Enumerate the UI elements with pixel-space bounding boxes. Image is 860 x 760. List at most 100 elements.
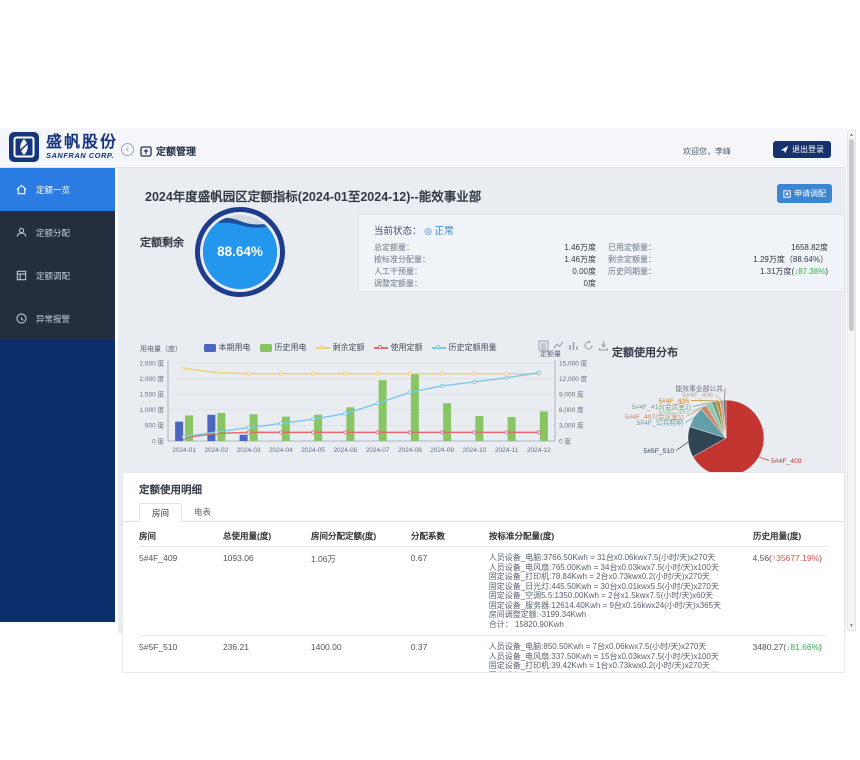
line-marker (376, 402, 379, 405)
history-trend: ↑35677.19% (772, 553, 819, 563)
right-axis-tick: 0 度 (559, 436, 571, 445)
table-cell: 1400.00 (311, 642, 411, 652)
column-header: 房间 (139, 530, 223, 542)
sidebar-item-3[interactable]: 定额调配 (0, 254, 115, 297)
pie-label: 5#4F_405 (658, 398, 689, 405)
bar-chart-icon[interactable] (568, 340, 579, 351)
legend-label: 本期用电 (219, 342, 251, 353)
status-metric-row: 按标准分配量：1.46万度 (374, 254, 596, 266)
line-marker (441, 431, 444, 434)
scroll-up-icon[interactable]: ▲ (848, 132, 855, 138)
detail-line: 固定设备_打印机:78.84Kwh = 2台x0.73kwx0.2(小时/天)x… (489, 572, 747, 582)
sidebar-item-1[interactable]: 定额一览 (0, 168, 115, 211)
tab-2[interactable]: 电表 (182, 503, 223, 521)
metric-label: 总定额量： (374, 242, 414, 254)
bar-历史用电 (508, 417, 516, 441)
sidebar-item-2[interactable]: 定额分配 (0, 211, 115, 254)
line-marker (473, 431, 476, 434)
line-marker (183, 367, 186, 370)
status-metric-row: 已用定额量：1658.82度 (608, 242, 828, 254)
metric-value: 1.46万度 (564, 242, 596, 254)
legend-item[interactable]: 剩余定额 (316, 342, 365, 353)
page-scrollbar[interactable]: ▲ ▼ (847, 130, 856, 631)
top-header: 盛帆股份 SANFRAN CORP. ‹ 定额管理 欢迎您，李峰 退出登录 (0, 128, 846, 168)
legend-dot (436, 345, 440, 349)
tab-1[interactable]: 房间 (139, 503, 182, 522)
line-marker (279, 422, 282, 425)
line-使用定额 (184, 432, 539, 437)
metric-suffix: ) (825, 267, 828, 276)
line-剩余定额 (184, 368, 539, 373)
line-marker (312, 372, 315, 375)
line-marker (441, 384, 444, 387)
left-axis-tick: 1,500 度 (139, 390, 164, 399)
status-ok-icon: ◎ (424, 226, 432, 236)
line-历史定额用量 (184, 373, 539, 437)
legend-dot (320, 345, 324, 349)
apply-quota-button[interactable]: 申请调配 (777, 184, 832, 203)
data-view-icon[interactable] (538, 340, 549, 351)
x-axis-label: 2024-12 (527, 447, 551, 454)
legend-item[interactable]: 使用定额 (374, 342, 423, 353)
right-axis-tick: 6,000 度 (559, 405, 584, 414)
line-marker (505, 376, 508, 379)
column-header: 总使用量(度) (223, 530, 311, 542)
status-row: 当前状态： ◎ 正常 (374, 223, 828, 237)
logout-button[interactable]: 退出登录 (773, 141, 831, 158)
history-suffix: ) (819, 642, 822, 652)
pie-label: 5#4F_406 (682, 392, 713, 399)
history-suffix: ) (819, 553, 822, 563)
status-card: 当前状态： ◎ 正常 总定额量：1.46万度按标准分配量：1.46万度人工干预量… (358, 214, 845, 292)
page-title: 2024年度盛帆园区定额指标(2024-01至2024-12)--能效事业部 (145, 186, 481, 205)
line-chart-icon[interactable] (553, 340, 564, 351)
metric-value: 1.29万度（88.64%） (753, 254, 828, 266)
status-metric-row: 调整定额量：0度 (374, 278, 596, 290)
x-axis-label: 2024-10 (462, 447, 486, 454)
line-marker (408, 391, 411, 394)
left-axis-tick: 500 度 (145, 421, 165, 430)
column-header: 房间分配定额(度) (311, 530, 411, 542)
legend-item[interactable]: 历史用电 (260, 342, 307, 353)
legend-label: 剩余定额 (333, 342, 365, 353)
back-icon[interactable]: ‹ (121, 143, 134, 156)
bar-历史用电 (540, 411, 548, 441)
alarm-icon (15, 312, 28, 325)
line-marker (183, 435, 186, 438)
scrollbar-thumb[interactable] (849, 139, 854, 331)
logo-title: 盛帆股份 (46, 134, 118, 151)
home-icon (15, 183, 28, 196)
line-marker (215, 371, 218, 374)
legend-item[interactable]: 本期用电 (204, 342, 251, 353)
line-marker (312, 431, 315, 434)
line-marker (215, 430, 218, 433)
sidebar-item-label: 定额一览 (36, 184, 70, 196)
table-header-row: 房间总使用量(度)房间分配定额(度)分配系数按标准分配量(度)历史用量(度) (139, 530, 828, 547)
scroll-down-icon[interactable]: ▼ (848, 623, 855, 629)
user-icon (15, 226, 28, 239)
sidebar-item-4[interactable]: 异常报警 (0, 297, 115, 340)
x-axis-label: 2024-02 (204, 447, 228, 454)
sidebar-item-label: 异常报警 (36, 313, 70, 325)
restore-icon[interactable] (583, 340, 594, 351)
usage-bar-line-chart: 0 度0 度500 度3,000 度1,000 度6,000 度1,500 度9… (136, 358, 600, 470)
chart-toolbox (538, 340, 609, 351)
metric-value: 1.31万度(↓87.38%) (760, 266, 828, 278)
legend-item[interactable]: 历史定额用量 (432, 342, 497, 353)
legend-label: 历史用电 (275, 342, 307, 353)
metric-label: 按标准分配量： (374, 254, 430, 266)
save-image-icon[interactable] (598, 340, 609, 351)
pie-label: 5#5F_510 (643, 448, 674, 455)
sidebar-menu: 定额一览定额分配定额调配异常报警 (0, 168, 115, 340)
right-axis-tick: 9,000 度 (559, 390, 584, 399)
line-marker (505, 431, 508, 434)
legend-bar-marker (260, 344, 272, 352)
trend-value: ↓87.38% (794, 267, 825, 276)
left-axis-tick: 0 度 (152, 436, 164, 445)
standard-allocation-detail: 人员设备_电脑:3766.50Kwh = 31台x0.06kwx7.5(小时/天… (489, 553, 753, 629)
pie-label: 能效事业部公共 (675, 384, 723, 393)
x-axis-label: 2024-06 (333, 447, 357, 454)
line-marker (344, 412, 347, 415)
app-window: 盛帆股份 SANFRAN CORP. ‹ 定额管理 欢迎您，李峰 退出登录 定额… (0, 128, 858, 633)
column-header: 历史用量(度) (753, 530, 828, 542)
usage-detail-title: 定额使用明细 (123, 473, 844, 503)
